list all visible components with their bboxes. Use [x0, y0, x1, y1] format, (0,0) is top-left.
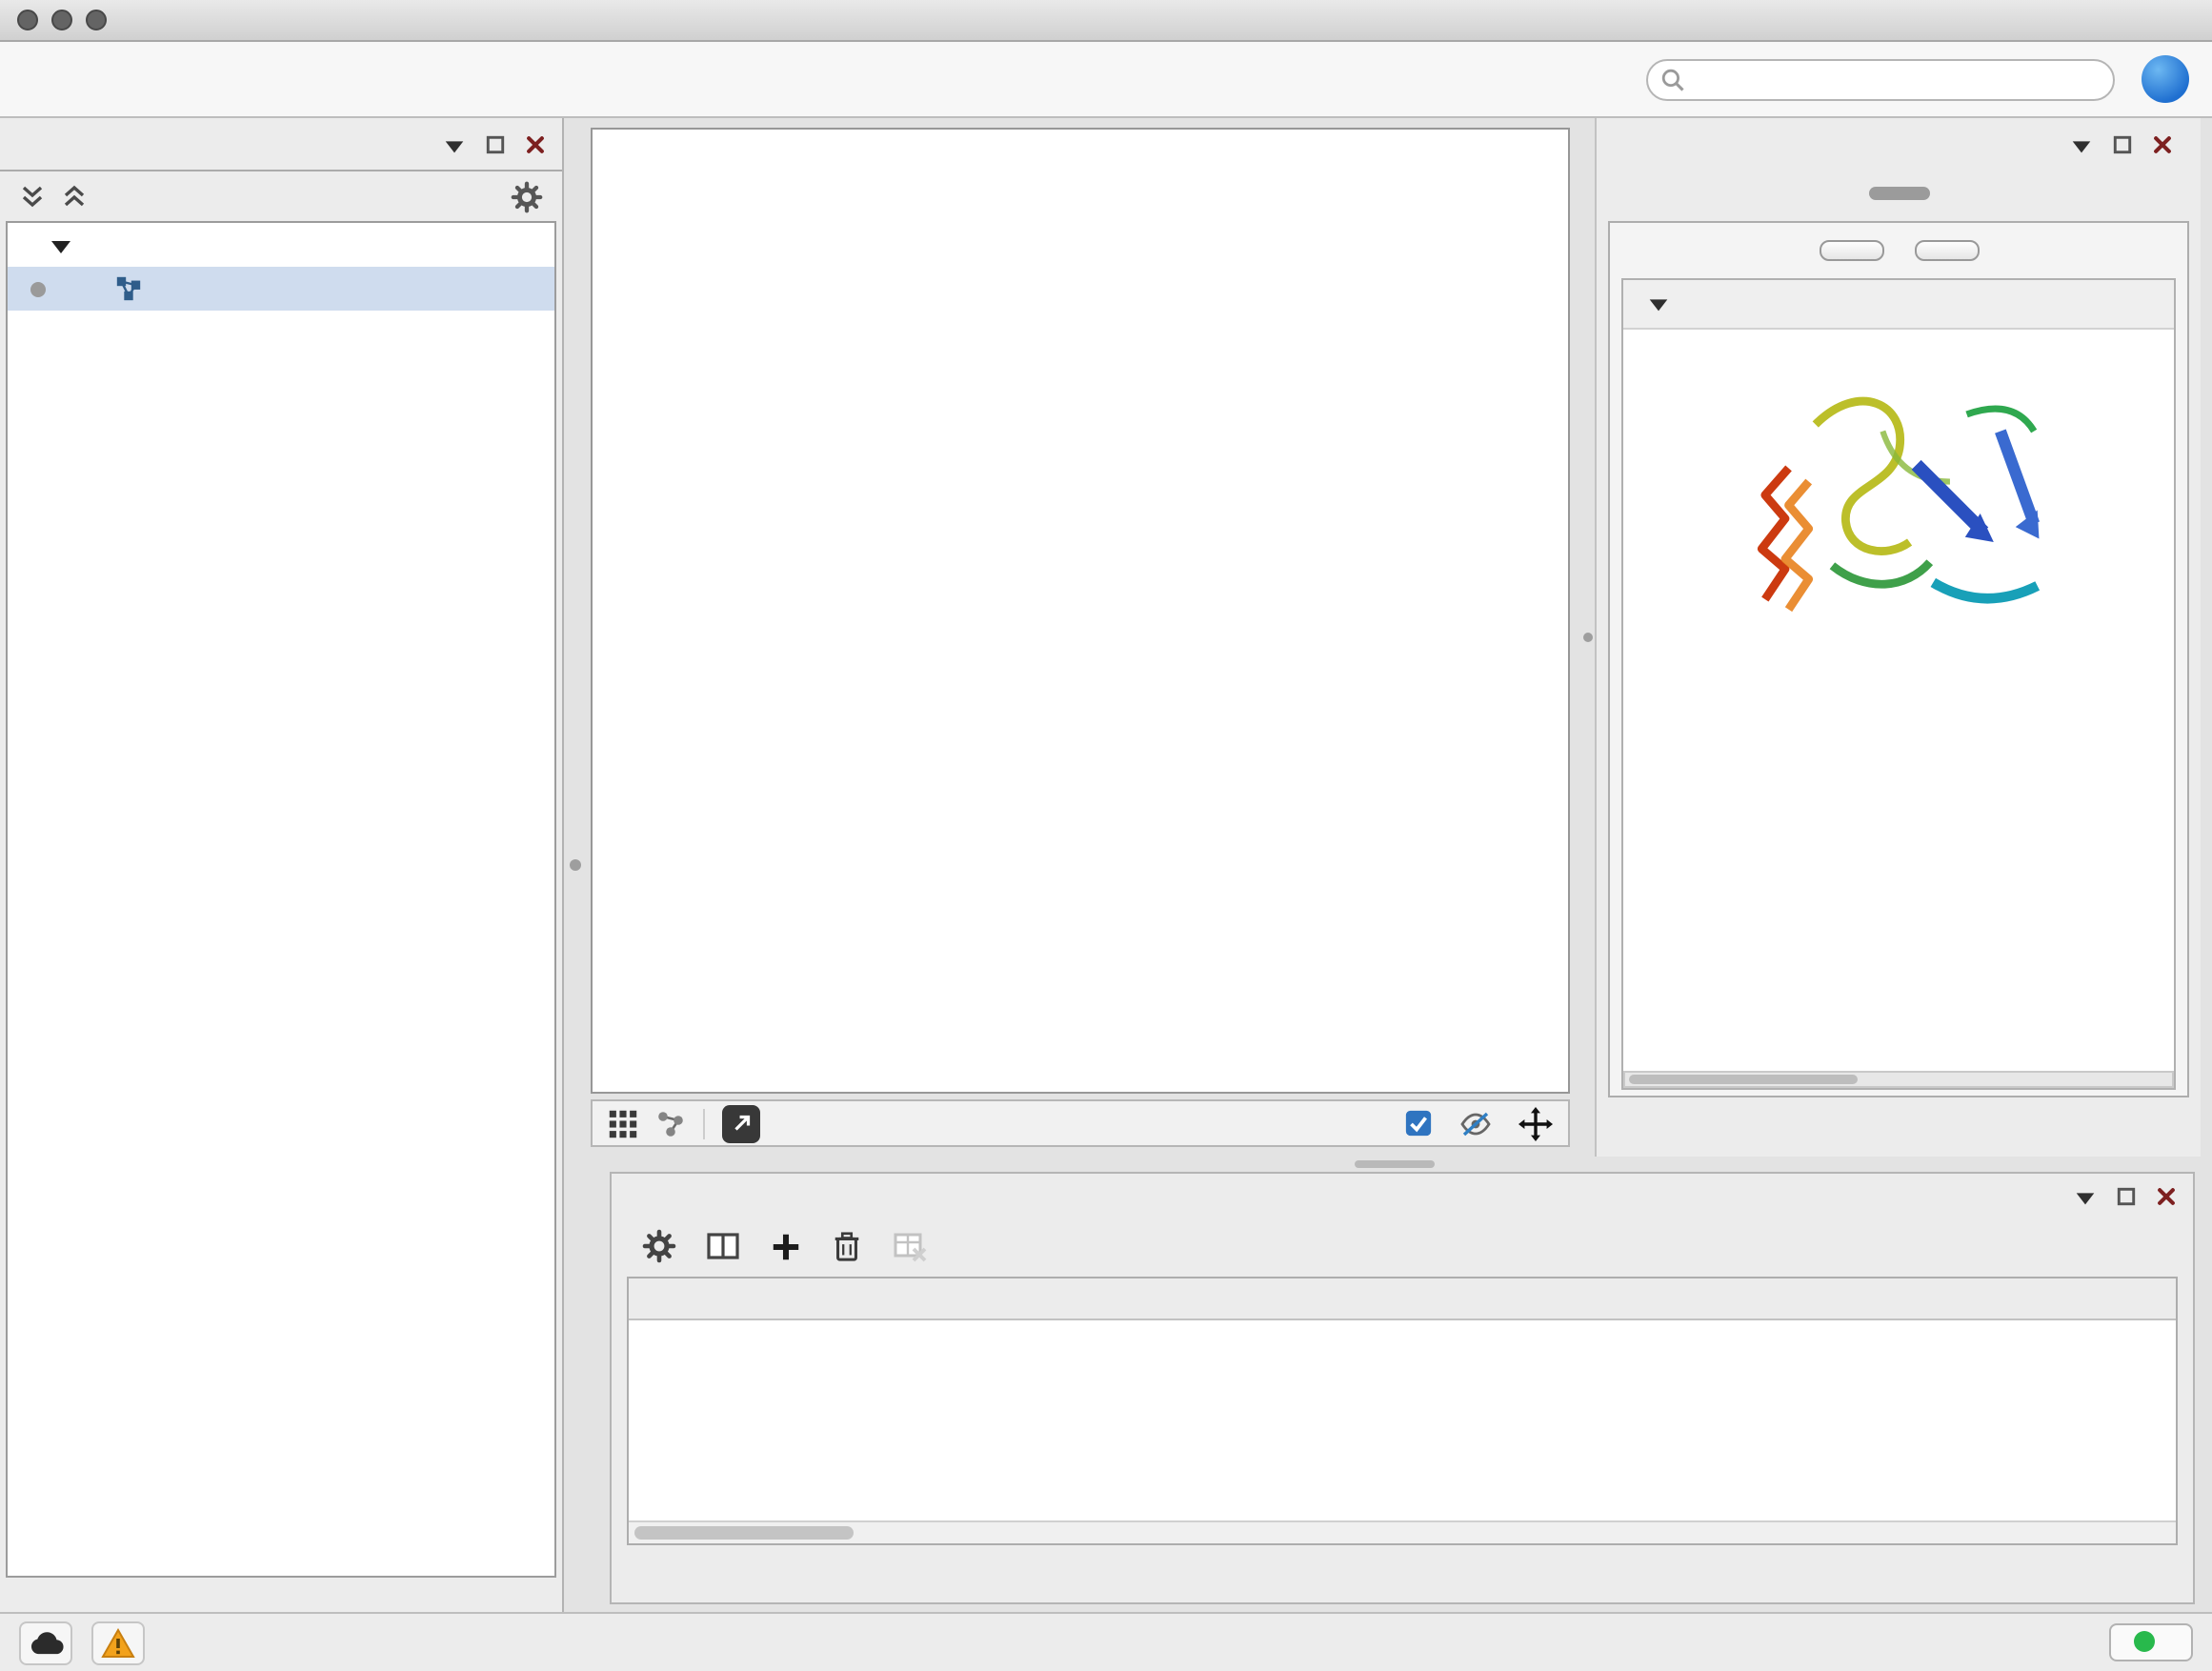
delete-table-icon-disabled — [892, 1229, 928, 1263]
search-icon — [1659, 66, 1686, 92]
selected-checkbox-icon[interactable] — [1404, 1109, 1433, 1137]
warning-button[interactable] — [91, 1621, 145, 1664]
cloud-status-button[interactable] — [19, 1621, 72, 1664]
collapse-all-button[interactable] — [1914, 240, 1979, 261]
network-tree — [6, 221, 556, 1578]
birds-eye-grid-icon[interactable] — [608, 1108, 638, 1138]
splitter-handle[interactable] — [1582, 633, 1592, 642]
network-overview-icon[interactable] — [655, 1108, 686, 1138]
open-view-in-window-icon[interactable] — [722, 1104, 760, 1142]
scrollbar-thumb[interactable] — [1629, 1075, 1858, 1084]
panel-float-icon[interactable] — [484, 133, 507, 156]
table-panel-splitter[interactable] — [587, 1157, 2201, 1172]
gene-card-header[interactable] — [1623, 280, 2174, 330]
cloud-icon — [28, 1629, 64, 1656]
control-panel — [0, 118, 564, 1612]
network-view-canvas[interactable] — [591, 128, 1570, 1094]
scrollbar-thumb[interactable] — [634, 1526, 854, 1540]
show-columns-icon[interactable] — [705, 1229, 741, 1263]
network-view-toolbar — [591, 1099, 1570, 1147]
node-table — [627, 1277, 2178, 1545]
string-results-container — [1608, 221, 2189, 1097]
tab-string[interactable] — [1868, 186, 1929, 199]
help-button[interactable] — [2142, 55, 2189, 103]
control-panel-header — [0, 126, 562, 164]
network-icon — [114, 274, 143, 303]
results-panel-header — [1608, 126, 2189, 164]
expand-all-networks-icon[interactable] — [61, 183, 88, 210]
main-toolbar — [0, 42, 2212, 118]
close-window-button[interactable] — [17, 10, 38, 30]
network-collection-row[interactable] — [8, 223, 554, 267]
title-bar — [0, 0, 2212, 42]
panel-menu-icon[interactable] — [2073, 1184, 2098, 1209]
network-summary-bar — [0, 171, 562, 221]
splitter-handle[interactable] — [570, 859, 581, 871]
window-controls — [0, 10, 107, 30]
table-header-row — [629, 1278, 2176, 1320]
table-tabs — [612, 1545, 2193, 1602]
panel-menu-icon[interactable] — [442, 132, 467, 157]
collection-caret-icon[interactable] — [50, 233, 72, 256]
right-column — [587, 118, 2212, 1612]
table-panel-header — [612, 1178, 2193, 1216]
network-options-gear-icon[interactable] — [511, 180, 543, 212]
fit-content-crosshair-icon[interactable] — [1518, 1106, 1553, 1140]
protein-structure-image — [1710, 364, 2087, 650]
control-panel-tabs — [0, 164, 562, 171]
panel-float-icon[interactable] — [2115, 1185, 2138, 1208]
delete-column-trash-icon[interactable] — [831, 1229, 863, 1263]
collapse-caret-icon[interactable] — [1646, 292, 1671, 316]
table-panel — [610, 1172, 2195, 1604]
toolbar-separator — [703, 1108, 705, 1138]
search-input[interactable] — [1646, 58, 2115, 100]
panel-close-icon[interactable] — [2151, 133, 2174, 156]
results-scrollbar[interactable] — [1623, 1071, 2174, 1088]
panel-close-icon[interactable] — [2155, 1185, 2178, 1208]
zoom-window-button[interactable] — [86, 10, 107, 30]
minimize-window-button[interactable] — [51, 10, 72, 30]
crosslinks-title — [1623, 661, 2174, 678]
hidden-eye-slash-icon[interactable] — [1459, 1108, 1492, 1138]
table-body — [629, 1320, 2176, 1520]
table-horizontal-scrollbar[interactable] — [629, 1520, 2176, 1543]
panel-close-icon[interactable] — [524, 133, 547, 156]
current-network-indicator — [30, 281, 46, 296]
network-view-area — [587, 118, 1579, 1157]
results-panel — [1595, 118, 2201, 1157]
results-panel-splitter[interactable] — [1579, 118, 1595, 1157]
main-area — [0, 118, 2212, 1612]
panel-menu-icon[interactable] — [2069, 132, 2094, 157]
collapse-all-networks-icon[interactable] — [19, 183, 46, 210]
memory-status-dot — [2134, 1631, 2155, 1652]
application-window — [0, 0, 2212, 1671]
gene-description — [1623, 330, 2174, 345]
search-box — [1646, 58, 2115, 100]
table-options-gear-icon[interactable] — [642, 1229, 676, 1263]
splitter-handle[interactable] — [1354, 1160, 1434, 1168]
memory-button[interactable] — [2109, 1623, 2193, 1661]
network-row[interactable] — [8, 267, 554, 311]
control-panel-splitter[interactable] — [564, 118, 587, 1612]
add-column-icon[interactable] — [770, 1230, 802, 1262]
status-bar — [0, 1612, 2212, 1671]
table-toolbar — [612, 1216, 2193, 1277]
expand-all-button[interactable] — [1819, 240, 1883, 261]
warning-icon — [101, 1626, 135, 1659]
panel-float-icon[interactable] — [2111, 133, 2134, 156]
gene-card-cdk1 — [1621, 278, 2176, 1090]
